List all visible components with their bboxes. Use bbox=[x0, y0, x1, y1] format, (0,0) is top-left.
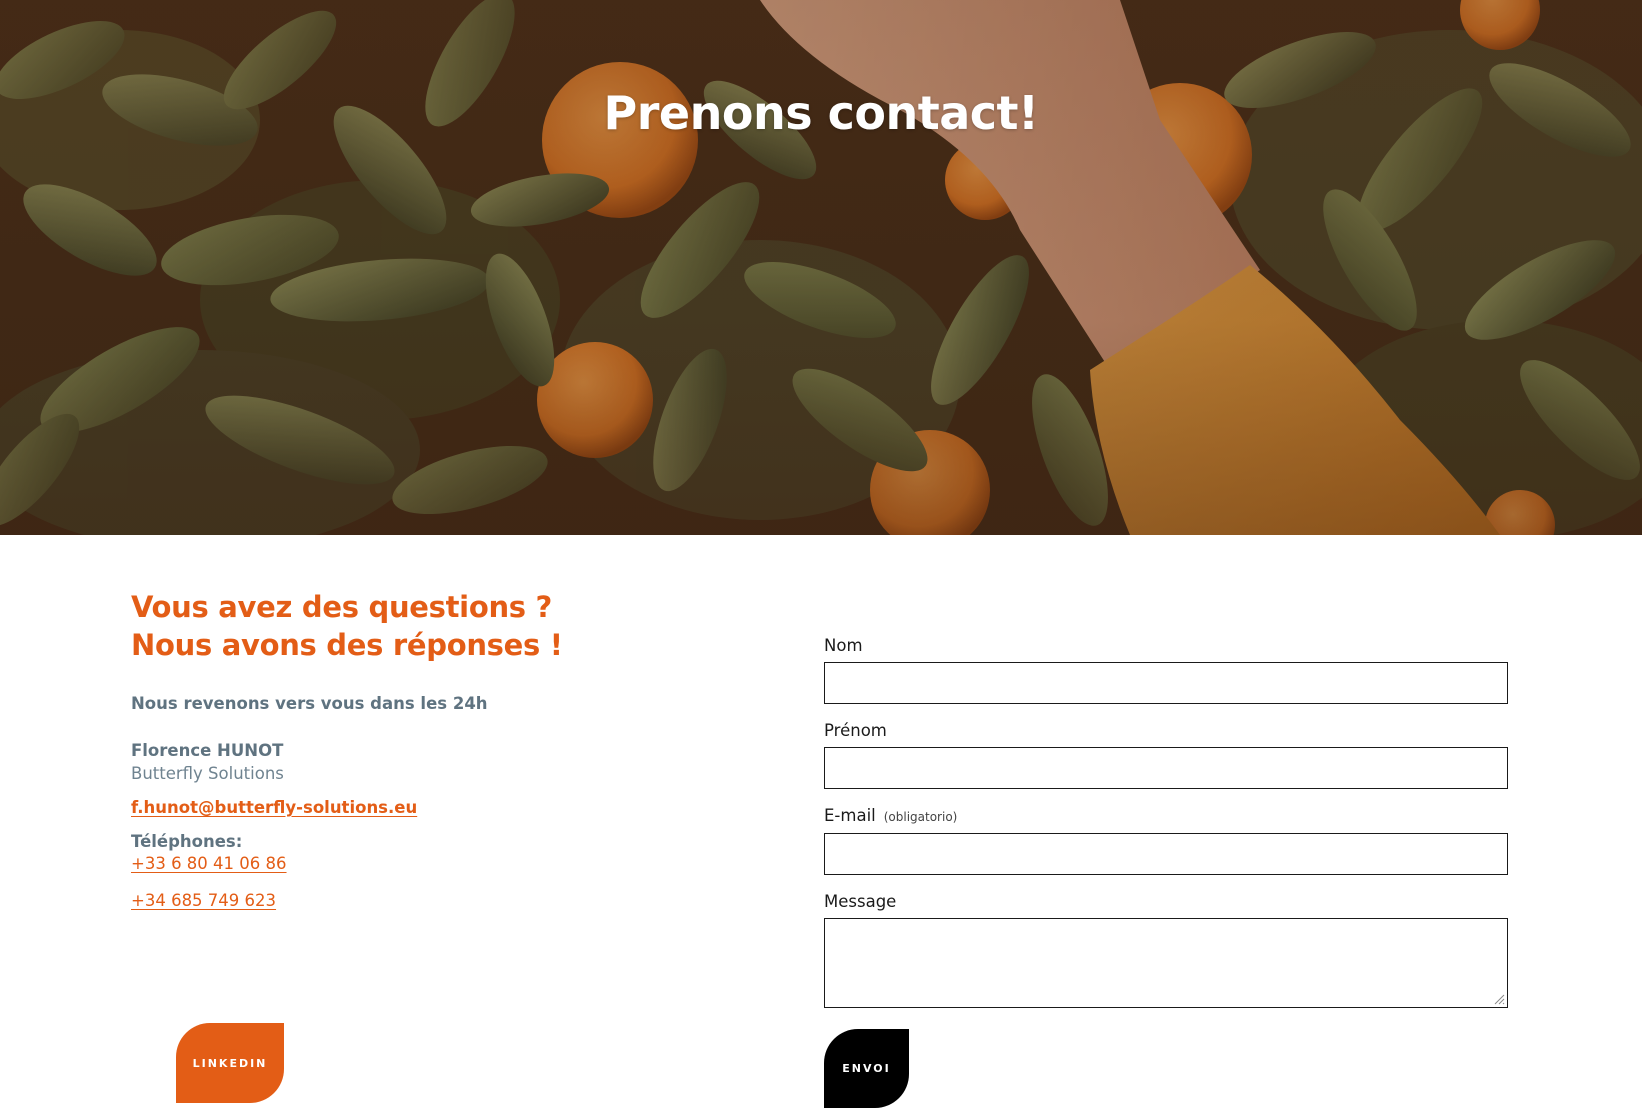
email-required-note: (obligatorio) bbox=[883, 810, 958, 824]
email-link[interactable]: f.hunot@butterfly-solutions.eu bbox=[131, 798, 417, 817]
message-label-text: Message bbox=[824, 892, 897, 911]
message-textarea[interactable] bbox=[824, 918, 1508, 1008]
nom-label: Nom bbox=[824, 636, 1508, 656]
hero-tint bbox=[0, 0, 1642, 535]
prenom-label-text: Prénom bbox=[824, 721, 887, 740]
phone-link-2[interactable]: +34 685 749 623 bbox=[131, 890, 276, 912]
field-message: Message bbox=[824, 892, 1508, 1008]
email-input[interactable] bbox=[824, 833, 1508, 875]
contact-person: Florence HUNOT Butterfly Solutions bbox=[131, 739, 691, 785]
contact-headline: Vous avez des questions ? Nous avons des… bbox=[131, 588, 691, 664]
email-label: E-mail (obligatorio) bbox=[824, 806, 1508, 827]
person-name: Florence HUNOT bbox=[131, 741, 284, 760]
response-time-text: Nous revenons vers vous dans les 24h bbox=[131, 694, 488, 713]
phones-label: Téléphones: bbox=[131, 832, 243, 851]
nom-input[interactable] bbox=[824, 662, 1508, 704]
hero-banner: Prenons contact! bbox=[0, 0, 1642, 535]
company-name: Butterfly Solutions bbox=[131, 764, 284, 783]
headline-line-1: Vous avez des questions ? bbox=[131, 590, 553, 624]
resize-grip-icon[interactable] bbox=[1493, 993, 1505, 1005]
email-label-text: E-mail bbox=[824, 806, 876, 825]
prenom-input[interactable] bbox=[824, 747, 1508, 789]
phone-link-1[interactable]: +33 6 80 41 06 86 bbox=[131, 853, 287, 875]
nom-label-text: Nom bbox=[824, 636, 863, 655]
submit-button[interactable]: ENVOI bbox=[824, 1029, 909, 1108]
field-email: E-mail (obligatorio) bbox=[824, 806, 1508, 875]
field-nom: Nom bbox=[824, 636, 1508, 704]
linkedin-button[interactable]: LINKEDIN bbox=[176, 1023, 284, 1103]
message-label: Message bbox=[824, 892, 1508, 912]
prenom-label: Prénom bbox=[824, 721, 1508, 741]
contact-form: Nom Prénom E-mail (obligatorio) Message bbox=[824, 636, 1508, 1025]
hero-title: Prenons contact! bbox=[603, 86, 1039, 140]
headline-line-2: Nous avons des réponses ! bbox=[131, 628, 563, 662]
field-prenom: Prénom bbox=[824, 721, 1508, 789]
contact-info: Vous avez des questions ? Nous avons des… bbox=[131, 588, 691, 912]
